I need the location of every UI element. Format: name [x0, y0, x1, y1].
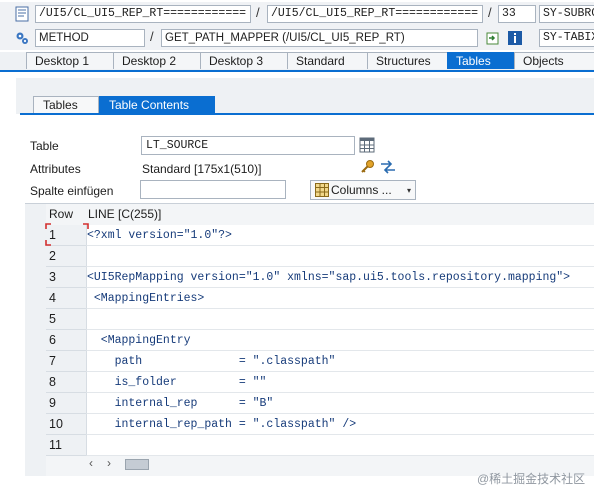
include-field[interactable]: /UI5/CL_UI5_REP_RT============: [267, 5, 483, 23]
row-number-cell[interactable]: 9: [46, 393, 86, 414]
desktop-tab-bar: Desktop 1 Desktop 2 Desktop 3 Standard S…: [0, 52, 594, 72]
tab-structures[interactable]: Structures: [367, 52, 447, 69]
line-cell[interactable]: <?xml version="1.0"?>: [86, 225, 594, 246]
line-cell[interactable]: [86, 246, 594, 267]
horizontal-scrollbar[interactable]: ‹ ›: [85, 456, 155, 472]
watermark: @稀土掘金技术社区: [477, 472, 586, 486]
change-settings-icon[interactable]: [379, 158, 397, 176]
row-selector-column: [25, 204, 46, 476]
row-number-cell[interactable]: 5: [46, 309, 86, 330]
columns-button-label: Columns ...: [331, 183, 392, 197]
row-number-cell[interactable]: 6: [46, 330, 86, 351]
table-contents-grid: Row LINE [C(255)] 1 <?xml version="1.0"?>…: [25, 203, 594, 476]
navigate-to-source-icon[interactable]: [485, 30, 501, 46]
path-separator: /: [150, 29, 154, 44]
line-cell[interactable]: path = ".classpath": [86, 351, 594, 372]
event-type-field[interactable]: METHOD: [35, 29, 145, 47]
program-field[interactable]: /UI5/CL_UI5_REP_RT============: [35, 5, 251, 23]
scroll-right-icon[interactable]: ›: [107, 456, 111, 470]
tab-desktop-1[interactable]: Desktop 1: [26, 52, 113, 69]
tab-desktop-2[interactable]: Desktop 2: [113, 52, 200, 69]
sysvar-field[interactable]: SY-TABIX: [539, 29, 594, 47]
line-cell[interactable]: <UI5RepMapping version="1.0" xmlns="sap.…: [86, 267, 594, 288]
column-header-line[interactable]: LINE [C(255)]: [88, 204, 161, 224]
caret-down-icon: ▾: [407, 186, 412, 195]
attributes-label: Attributes: [30, 162, 81, 176]
line-cell[interactable]: <MappingEntries>: [86, 288, 594, 309]
row-number-cell[interactable]: 10: [46, 414, 86, 435]
event-field[interactable]: GET_PATH_MAPPER (/UI5/CL_UI5_REP_RT): [161, 29, 478, 47]
line-cell[interactable]: <MappingEntry: [86, 330, 594, 351]
debugger-header-row-1: /UI5/CL_UI5_REP_RT============ / /UI5/CL…: [0, 2, 594, 26]
info-icon[interactable]: [507, 30, 523, 46]
method-icon[interactable]: [14, 30, 30, 46]
attributes-value: Standard [175x1(510)]: [142, 162, 262, 176]
line-cell[interactable]: internal_rep_path = ".classpath" />: [86, 414, 594, 435]
insert-column-input[interactable]: [140, 180, 286, 199]
path-separator: /: [488, 5, 492, 20]
table-name-input[interactable]: LT_SOURCE: [141, 136, 355, 155]
row-number-cell[interactable]: 2: [46, 246, 86, 267]
row-number-cell[interactable]: 8: [46, 372, 86, 393]
tab-standard[interactable]: Standard: [287, 52, 367, 69]
row-number-cell[interactable]: 7: [46, 351, 86, 372]
tab-desktop-3[interactable]: Desktop 3: [200, 52, 287, 69]
tab-table-contents[interactable]: Table Contents: [99, 96, 215, 114]
line-cell[interactable]: is_folder = "": [86, 372, 594, 393]
line-cell[interactable]: [86, 435, 594, 456]
program-icon[interactable]: [14, 6, 30, 22]
column-header-row[interactable]: Row: [49, 204, 73, 224]
insert-column-label: Spalte einfügen: [30, 184, 114, 198]
key-icon[interactable]: [359, 158, 377, 176]
row-number-cell[interactable]: 11: [46, 435, 86, 456]
sub-tab-underline: [20, 113, 594, 115]
line-number-field[interactable]: 33: [498, 5, 536, 23]
table-label: Table: [30, 139, 59, 153]
debugger-header-row-2: METHOD / GET_PATH_MAPPER (/UI5/CL_UI5_RE…: [0, 26, 594, 50]
scroll-left-icon[interactable]: ‹: [89, 456, 93, 470]
sysvar-field[interactable]: SY-SUBRC: [539, 5, 594, 23]
scroll-thumb[interactable]: [125, 459, 149, 470]
columns-table-icon: [315, 183, 329, 197]
columns-button[interactable]: Columns ... ▾: [310, 180, 416, 200]
path-separator: /: [256, 5, 260, 20]
tab-objects[interactable]: Objects: [514, 52, 594, 69]
row-number-cell[interactable]: 3: [46, 267, 86, 288]
line-cell[interactable]: internal_rep = "B": [86, 393, 594, 414]
table-display-icon[interactable]: [359, 137, 375, 153]
line-cell[interactable]: [86, 309, 594, 330]
cell-focus-marker: [45, 223, 89, 246]
row-number-cell[interactable]: 4: [46, 288, 86, 309]
tab-tables-overview[interactable]: Tables: [33, 96, 99, 114]
tab-tables[interactable]: Tables: [447, 52, 514, 69]
